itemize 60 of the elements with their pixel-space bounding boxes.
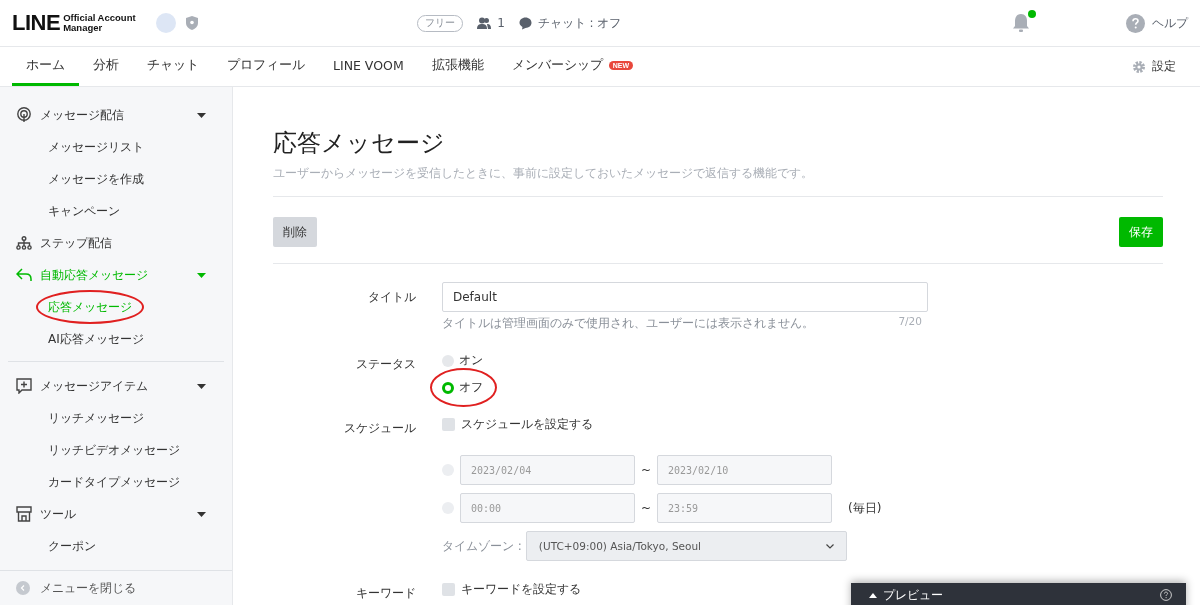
bell-icon[interactable] <box>1011 13 1031 33</box>
schedule-checkbox[interactable]: スケジュールを設定する <box>442 416 882 433</box>
reply-arrow-icon <box>16 268 32 282</box>
help-icon <box>1160 589 1172 601</box>
sidebar-group[interactable]: メッセージアイテム <box>8 370 224 402</box>
field-label: スケジュール <box>343 420 416 437</box>
sidebar-item[interactable]: メッセージを作成 <box>8 163 144 195</box>
page-title: 応答メッセージ <box>273 128 446 159</box>
chat-status: チャット : オフ <box>537 14 622 32</box>
sidebar-item[interactable]: キャンペーン <box>8 195 120 227</box>
friend-count: 1 <box>497 16 505 30</box>
range-separator: ~ <box>641 501 651 515</box>
broadcast-icon <box>16 107 32 123</box>
field-hint: タイトルは管理画面のみで使用され、ユーザーには表示されません。 <box>442 315 814 332</box>
delete-button[interactable]: 削除 <box>273 217 317 247</box>
shield-icon <box>185 16 198 30</box>
help-link[interactable]: ヘルプ <box>1126 13 1188 33</box>
timezone-select[interactable]: (UTC+09:00) Asia/Tokyo, Seoul <box>525 531 847 561</box>
field-label: ステータス <box>355 356 416 373</box>
sidebar-item[interactable]: AI応答メッセージ <box>8 323 144 355</box>
keyword-checkbox[interactable]: キーワードを設定する <box>442 581 581 598</box>
sidebar-group[interactable]: ステップ配信 <box>8 227 224 259</box>
sidebar-item[interactable]: リッチビデオメッセージ <box>8 434 180 466</box>
field-label: キーワード <box>355 585 416 602</box>
nav-tab[interactable]: チャット <box>133 47 213 86</box>
chat-bubble-icon <box>518 16 532 30</box>
nav-tab[interactable]: 拡張機能 <box>417 47 498 86</box>
sidebar-item[interactable]: メッセージリスト <box>8 131 144 163</box>
page-description: ユーザーからメッセージを受信したときに、事前に設定しておいたメッセージで返信する機能です。 <box>273 165 1163 197</box>
settings-icon <box>1132 59 1146 74</box>
sidebar-item[interactable]: カードタイプメッセージ <box>8 466 180 498</box>
daily-label: (毎日) <box>848 499 882 517</box>
highlight-ellipse <box>430 368 497 407</box>
preview-bar[interactable]: プレビュー <box>851 583 1186 605</box>
character-counter: 7/20 <box>898 315 922 329</box>
field-label: タイトル <box>367 289 416 306</box>
account-avatar[interactable] <box>155 13 176 33</box>
range-separator: ~ <box>641 463 651 477</box>
caret-up-icon <box>869 592 877 598</box>
preview-label: プレビュー <box>883 586 944 604</box>
friends-icon <box>477 17 492 29</box>
sidebar-item[interactable]: クーポン <box>8 530 96 562</box>
hierarchy-icon <box>16 236 32 250</box>
storefront-icon <box>16 506 32 522</box>
timezone-label: タイムゾーン : <box>442 537 522 555</box>
nav-tab[interactable]: 分析 <box>79 47 133 86</box>
sidebar-item[interactable]: リッチメッセージ <box>8 402 144 434</box>
add-message-icon <box>16 378 32 394</box>
sidebar-group[interactable]: メッセージ配信 <box>8 99 224 131</box>
nav-tab[interactable]: プロフィール <box>213 47 319 86</box>
sidebar-group[interactable]: ツール <box>8 498 224 530</box>
help-icon <box>1126 13 1145 33</box>
settings-link[interactable]: 設定 <box>1132 47 1188 86</box>
status-radio[interactable]: オン <box>442 352 483 369</box>
close-menu-link[interactable]: メニューを閉じる <box>0 570 232 605</box>
title-input[interactable]: Default <box>442 282 928 312</box>
nav-tab[interactable]: LINE VOOM <box>319 47 418 86</box>
chevron-down-icon <box>825 543 834 549</box>
chevron-left-icon <box>16 581 30 595</box>
status-radio[interactable]: オフ <box>442 379 483 396</box>
